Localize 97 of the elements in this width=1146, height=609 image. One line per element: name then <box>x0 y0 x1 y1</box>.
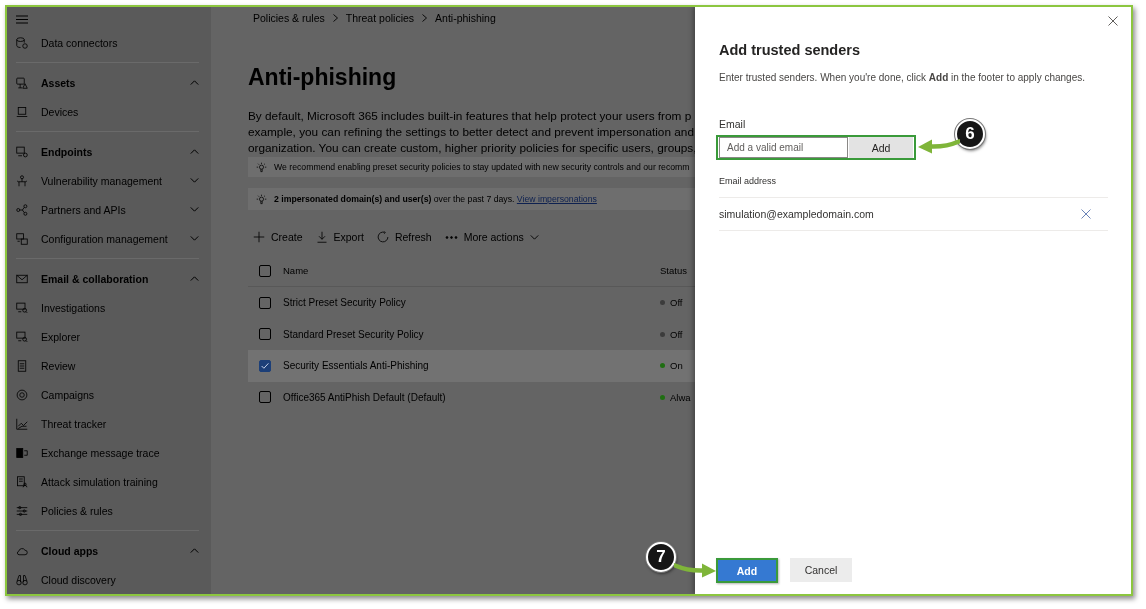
table-cell: Security Essentials Anti-Phishing <box>283 360 429 372</box>
chevron-right-icon <box>332 14 338 22</box>
table-row[interactable]: Security Essentials Anti-Phishing On <box>248 350 695 382</box>
sidebar-section[interactable]: Assets <box>16 68 199 97</box>
document-icon <box>16 359 28 372</box>
column-header: Email address <box>719 175 777 187</box>
page-description: By default, Microsoft 365 includes built-in features that help protect your users from p example, you can refining the settings to better detect and prevent impersonation and organization. You can create custom, higher priority policies for specific users, groups, <box>248 108 695 156</box>
table-row[interactable]: Standard Preset Security Policy Off <box>248 318 695 350</box>
database-icon <box>16 36 28 49</box>
sidebar-item[interactable]: Partners and APIs <box>16 195 199 224</box>
notice-text: We recommend enabling preset security policies to stay updated with new security controls and our recomm <box>274 162 690 172</box>
checkmark-icon <box>261 362 269 369</box>
column-header: Status <box>660 265 687 276</box>
sidebar-item[interactable]: Vulnerability management <box>16 166 199 195</box>
notice-text: 2 impersonated domain(s) and user(s) over the past 7 days. View impersonations <box>274 194 597 204</box>
sidebar-section[interactable]: Email & collaboration <box>16 264 199 293</box>
devices-icon <box>16 232 28 245</box>
chevron-up-icon[interactable] <box>190 276 199 281</box>
breadcrumb-link[interactable]: Threat policies <box>345 12 415 24</box>
plus-icon <box>253 231 265 243</box>
more-icon <box>444 235 458 239</box>
checkbox[interactable] <box>259 296 271 309</box>
sidebar-item[interactable]: Investigations <box>16 293 199 322</box>
checkbox[interactable] <box>259 391 271 404</box>
panel-title: Add trusted senders <box>719 41 861 59</box>
checkbox[interactable] <box>259 359 271 372</box>
chevron-up-icon[interactable] <box>190 149 199 154</box>
envelope-icon <box>16 272 28 285</box>
sidebar-item[interactable]: Cloud discovery <box>16 565 199 594</box>
monitor-icon <box>16 76 28 89</box>
sidebar-section[interactable]: Endpoints <box>16 137 199 166</box>
table-cell: Strict Preset Security Policy <box>283 297 406 309</box>
breadcrumb-link[interactable]: Policies & rules <box>253 12 325 24</box>
table-cell: Alwa <box>670 391 691 403</box>
nodes-icon <box>16 203 28 216</box>
chevron-up-icon[interactable] <box>190 548 199 553</box>
arrow-icon <box>918 138 960 154</box>
footer-button[interactable]: Cancel <box>790 558 852 582</box>
sidebar-section[interactable]: Cloud apps <box>16 536 199 565</box>
download-icon <box>315 231 328 243</box>
add-email-button[interactable]: Add <box>849 137 913 158</box>
field-label: Email <box>719 117 746 131</box>
lightbulb-icon <box>256 193 267 205</box>
email-address-text: simulation@exampledomain.com <box>719 208 874 220</box>
chart-icon <box>16 417 28 430</box>
sidebar-item[interactable]: Exchange message trace <box>16 438 199 467</box>
toolbar-button[interactable]: Refresh <box>376 231 432 243</box>
chevron-down-icon[interactable] <box>190 236 199 241</box>
sidebar-item[interactable]: Threat tracker <box>16 409 199 438</box>
close-icon[interactable] <box>1108 16 1118 26</box>
toolbar-button[interactable]: More actions <box>444 231 539 243</box>
page-title: Anti-phishing <box>248 63 398 91</box>
table-cell: Off <box>670 328 683 340</box>
monitor-search-icon <box>16 301 28 314</box>
sidebar-item[interactable]: Explorer <box>16 322 199 351</box>
email-input[interactable]: Add a valid email <box>719 137 848 158</box>
table-cell: On <box>670 360 683 372</box>
column-header: Name <box>283 265 309 276</box>
toolbar-button[interactable]: Create <box>253 231 303 243</box>
panel-description: Enter trusted senders. When you're done, click Add in the footer to apply changes. <box>719 71 1086 85</box>
chevron-right-icon <box>422 14 428 22</box>
checkbox[interactable] <box>259 328 271 341</box>
chevron-down-icon[interactable] <box>190 207 199 212</box>
monitor-icon <box>16 145 28 158</box>
toolbar-button[interactable]: Export <box>315 231 364 243</box>
arrow-icon <box>674 562 716 578</box>
table-row[interactable]: Office365 AntiPhish Default (Default) Alwa <box>248 381 695 413</box>
document-person-icon <box>16 475 28 488</box>
sidebar-item[interactable]: Attack simulation training <box>16 467 199 496</box>
table-cell: Standard Preset Security Policy <box>283 328 424 340</box>
sidebar-item[interactable]: Data connectors <box>16 28 199 57</box>
app-tile-icon <box>16 446 28 459</box>
remove-icon[interactable] <box>1081 209 1091 219</box>
sidebar-item[interactable]: Configuration management <box>16 224 199 253</box>
refresh-icon <box>376 231 389 243</box>
sidebar-item[interactable]: Devices <box>16 97 199 126</box>
table-cell: Office365 AntiPhish Default (Default) <box>283 391 446 403</box>
notice-link[interactable]: View impersonations <box>516 194 597 204</box>
lightbulb-icon <box>256 161 267 173</box>
table-cell: Off <box>670 297 683 309</box>
chevron-up-icon[interactable] <box>190 80 199 85</box>
sliders-icon <box>16 504 28 517</box>
breadcrumb-link[interactable]: Anti-phishing <box>435 12 496 24</box>
checkbox[interactable] <box>259 264 271 277</box>
footer-button[interactable]: Add <box>716 558 778 583</box>
sidebar-item[interactable]: Review <box>16 351 199 380</box>
chevron-down-icon <box>529 234 539 240</box>
table-row[interactable]: Strict Preset Security Policy Off <box>248 287 695 319</box>
laptop-icon <box>16 105 28 118</box>
sidebar-item[interactable]: Policies & rules <box>16 496 199 525</box>
chevron-down-icon[interactable] <box>190 178 199 183</box>
sidebar-item[interactable]: Campaigns <box>16 380 199 409</box>
menu-icon[interactable] <box>16 15 28 24</box>
target-icon <box>16 388 28 401</box>
person-icon <box>16 174 28 187</box>
monitor-search-icon <box>16 330 28 343</box>
binoculars-icon <box>16 573 28 586</box>
